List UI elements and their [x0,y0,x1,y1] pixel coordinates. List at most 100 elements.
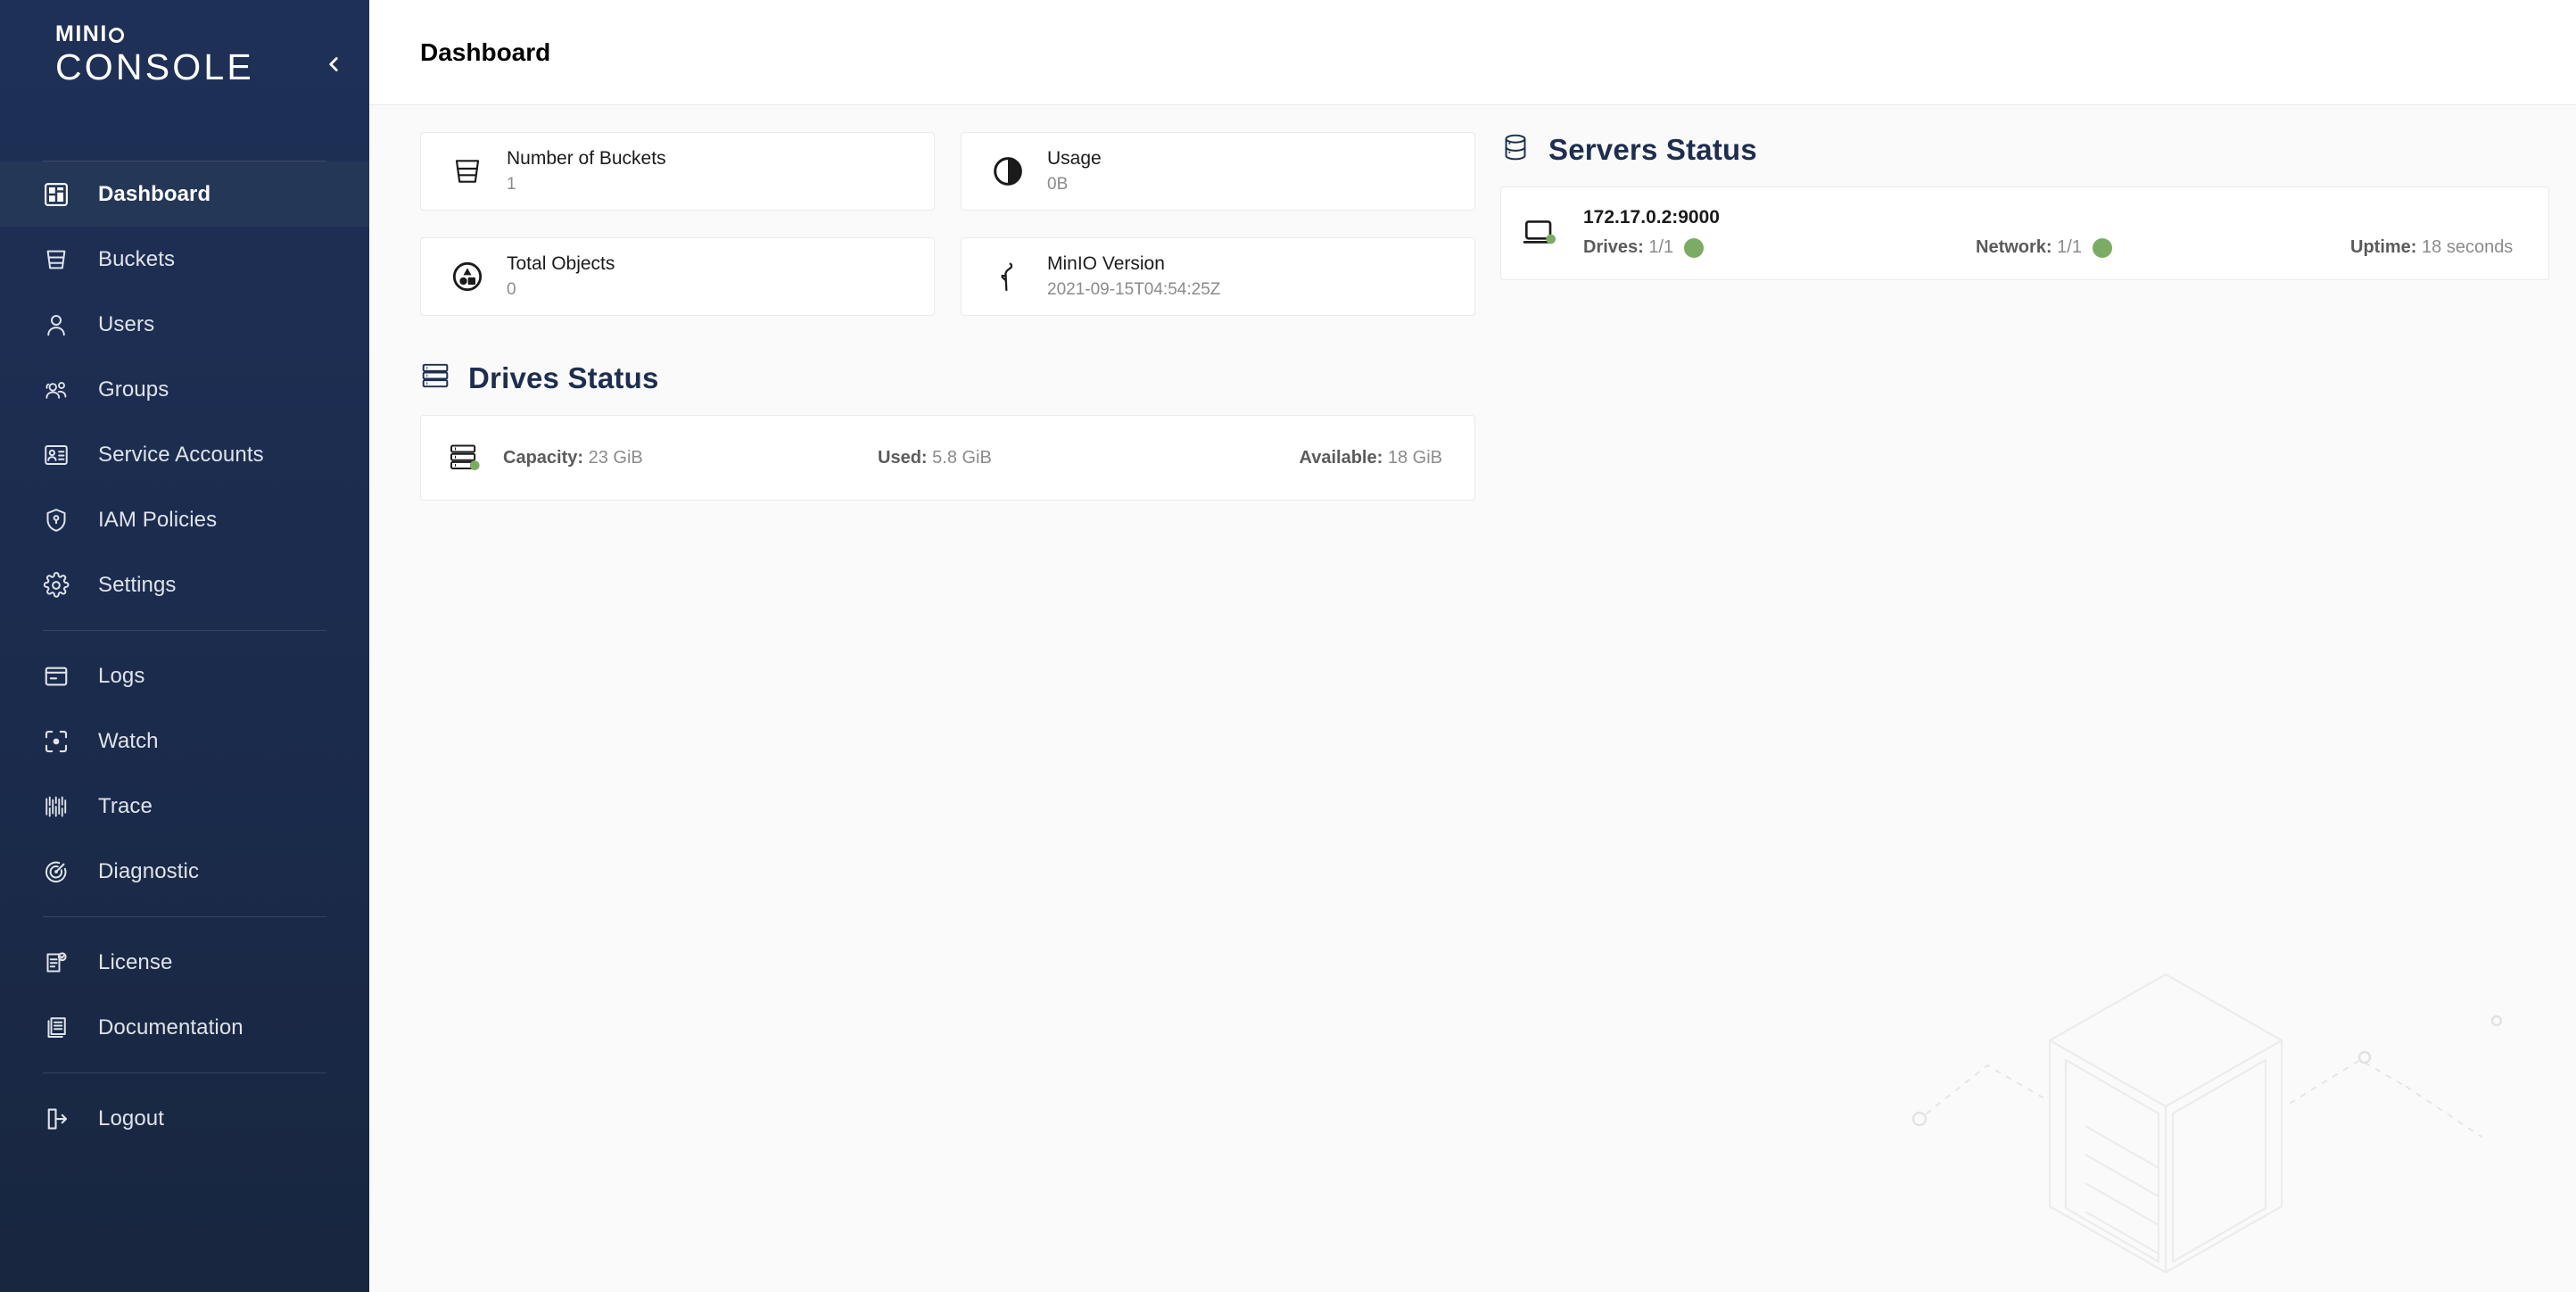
sidebar-item-label: Logout [98,1106,165,1130]
stat-value: 0B [1047,175,1069,195]
sidebar-item-label: Logs [98,663,145,688]
server-network: Network: 1/1 [1976,237,2082,258]
dashboard-icon [43,181,80,208]
server-rack-watermark [1911,973,2503,1274]
server-uptime: Uptime: 18 seconds [2350,237,2513,257]
server-drives: Drives: 1/1 [1583,237,1673,258]
trace-icon [43,793,80,820]
server-network-label: Network: [1976,237,2052,257]
stat-value: 0 [507,280,516,300]
drive-capacity: Capacity: 23 GiB [503,448,878,468]
sidebar-item-watch[interactable]: Watch [0,708,369,774]
drive-used: Used: 5.8 GiB [878,448,1234,468]
server-drives-value: 1/1 [1648,237,1674,257]
servers-status-panel: 172.17.0.2:9000 Drives: 1/1 Network: 1/1 [1500,186,2550,280]
sidebar-item-label: Documentation [98,1015,244,1039]
documentation-icon [43,1015,80,1041]
drive-capacity-value: 23 GiB [588,447,643,468]
sidebar-item-service-accounts[interactable]: Service Accounts [0,422,369,487]
license-doc-icon [43,949,80,976]
topbar: Dashboard [369,0,2576,105]
drives-status-title: Drives Status [468,360,659,394]
sidebar-item-label: Users [98,311,155,336]
sidebar-item-logs[interactable]: Logs [0,643,369,708]
logo-minio-label: MINI [55,21,108,46]
bucket-icon [43,246,80,273]
bucket-icon [450,153,501,189]
stat-label: MinIO Version [1047,253,1165,274]
id-card-icon [43,442,80,468]
main-area: Dashboard Number of Buckets 1 Usage 0B T… [369,0,2576,1292]
sidebar-item-diagnostic[interactable]: Diagnostic [0,839,369,904]
stat-card-total-objects[interactable]: Total Objects 0 [420,237,935,316]
stat-card-usage[interactable]: Usage 0B [961,132,1475,211]
stat-card-grid: Number of Buckets 1 Usage 0B Total Objec… [420,132,1475,316]
stat-label: Total Objects [507,253,615,274]
sidebar-item-label: License [98,949,173,974]
sidebar-item-dashboard[interactable]: Dashboard [0,162,369,227]
drive-row[interactable]: Capacity: 23 GiB Used: 5.8 GiB Available… [421,416,1474,500]
drive-available-value: 18 GiB [1387,447,1442,468]
servers-status-header: Servers Status [1500,132,2549,167]
sidebar-item-label: Buckets [98,246,176,271]
diagnostic-radar-icon [43,858,80,885]
server-monitor-icon [1521,213,1583,253]
server-uptime-label: Uptime: [2350,237,2417,257]
drive-capacity-label: Capacity: [503,447,584,468]
sidebar-item-label: IAM Policies [98,507,218,532]
right-column: Servers Status 172.17.0.2:9000 Drives: 1… [1475,105,2576,501]
gear-icon [43,571,80,599]
server-network-value: 1/1 [2057,237,2082,257]
drives-status-dot [1684,237,1705,258]
drive-used-label: Used: [878,447,928,468]
sidebar-item-logout[interactable]: Logout [0,1086,369,1151]
servers-status-title: Servers Status [1548,132,1757,166]
sidebar-item-label: Diagnostic [98,858,200,883]
sidebar-item-settings[interactable]: Settings [0,552,369,617]
brand-logo: MINI CONSOLE [0,23,254,87]
sidebar-item-label: Settings [98,572,177,597]
sidebar-item-label: Trace [98,793,153,818]
page-title: Dashboard [420,37,551,66]
sidebar-item-label: Groups [98,377,169,402]
sidebar-item-groups[interactable]: Groups [0,357,369,422]
stat-label: Number of Buckets [507,147,666,169]
dashboard-content: Number of Buckets 1 Usage 0B Total Objec… [369,105,2576,1292]
pie-usage-icon [990,153,1042,189]
drive-available-label: Available: [1299,447,1383,468]
stat-card-number-of-buckets[interactable]: Number of Buckets 1 [420,132,935,211]
shield-lock-icon [43,507,80,534]
sidebar-item-label: Watch [98,728,159,753]
server-row[interactable]: 172.17.0.2:9000 Drives: 1/1 Network: 1/1 [1501,187,2548,279]
watch-focus-icon [43,728,80,755]
sidebar-collapse-button[interactable] [314,46,353,86]
sidebar-nav: Dashboard Buckets Users Groups Service A… [0,161,369,1292]
user-icon [43,311,80,338]
sidebar-item-license[interactable]: License [0,930,369,995]
stat-label: Usage [1047,147,1102,169]
server-drives-label: Drives: [1583,237,1644,257]
drives-status-panel: Capacity: 23 GiB Used: 5.8 GiB Available… [420,415,1475,501]
nav-divider-1 [43,630,326,631]
sidebar-item-iam-policies[interactable]: IAM Policies [0,487,369,552]
sidebar-item-documentation[interactable]: Documentation [0,995,369,1060]
minio-bird-icon [990,259,1042,294]
drives-status-header: Drives Status [420,360,1475,395]
sidebar-item-users[interactable]: Users [0,292,369,357]
stat-card-minio-version[interactable]: MinIO Version 2021-09-15T04:54:25Z [961,237,1475,316]
groups-icon [43,377,80,403]
logout-icon [43,1106,80,1132]
logs-window-icon [43,663,80,690]
drives-stack-icon [420,360,450,395]
logo-minio-text: MINI [55,23,254,46]
network-status-dot [2092,237,2112,258]
sidebar-item-buckets[interactable]: Buckets [0,227,369,292]
logo-console-text: CONSOLE [55,46,254,87]
stat-value: 1 [507,175,516,195]
sidebar-header: MINI CONSOLE [0,0,369,161]
sidebar-item-trace[interactable]: Trace [0,774,369,839]
drive-used-value: 5.8 GiB [932,447,992,468]
stat-value: 2021-09-15T04:54:25Z [1047,280,1221,300]
minio-console-app: MINI CONSOLE Dashboard Buckets Users Gro… [0,0,2576,1292]
sidebar: MINI CONSOLE Dashboard Buckets Users Gro… [0,0,369,1292]
